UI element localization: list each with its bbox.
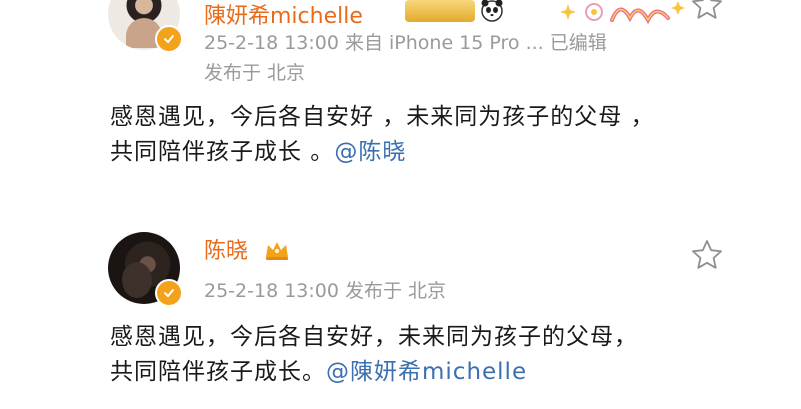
- vip-badge-icon: [405, 0, 475, 22]
- post-content-line: 感恩遇见，今后各自安好 ，未来同为孩子的父母 ，: [110, 104, 655, 130]
- username[interactable]: 陳妍希michelle: [204, 0, 363, 30]
- panda-icon: [481, 0, 503, 22]
- post-content-text: 共同陪伴孩子成长。: [110, 359, 326, 385]
- avatar[interactable]: [108, 0, 183, 53]
- crown-icon: [266, 242, 288, 260]
- post-content-line: 共同陪伴孩子成长。@陳妍希michelle: [110, 355, 750, 390]
- avatar[interactable]: [108, 232, 183, 307]
- post-meta: 25-2-18 13:00 来自 iPhone 15 Pro ... 已编辑: [204, 32, 607, 54]
- sticker-icon: [560, 1, 685, 25]
- weibo-feed: 陳妍希michelle 25-2-18 13:00 来自 iPhone 15 P…: [0, 0, 801, 409]
- post-content: 感恩遇见，今后各自安好，未来同为孩子的父母， 共同陪伴孩子成长。@陳妍希mich…: [110, 320, 750, 390]
- verified-badge-icon: [155, 279, 183, 307]
- post-content-text: 共同陪伴孩子成长 。: [110, 139, 335, 165]
- post-meta: 25-2-18 13:00 发布于 北京: [204, 280, 447, 302]
- mention-link[interactable]: @陳妍希michelle: [326, 359, 527, 385]
- username[interactable]: 陈晓: [204, 233, 248, 265]
- post-content-line: 共同陪伴孩子成长 。@陈晓: [110, 135, 750, 170]
- post-content-line: 感恩遇见，今后各自安好，未来同为孩子的父母，: [110, 324, 638, 350]
- star-icon[interactable]: [690, 238, 724, 272]
- weibo-post: 陳妍希michelle 25-2-18 13:00 来自 iPhone 15 P…: [0, 0, 801, 188]
- star-icon[interactable]: [690, 0, 724, 22]
- mention-link[interactable]: @陈晓: [334, 139, 406, 165]
- verified-badge-icon: [155, 25, 183, 53]
- post-location: 发布于 北京: [204, 62, 306, 84]
- weibo-post: 陈晓 25-2-18 13:00 发布于 北京 感恩遇见，今后各自安好，未来同为…: [0, 222, 801, 409]
- post-content: 感恩遇见，今后各自安好 ，未来同为孩子的父母 ， 共同陪伴孩子成长 。@陈晓: [110, 100, 750, 170]
